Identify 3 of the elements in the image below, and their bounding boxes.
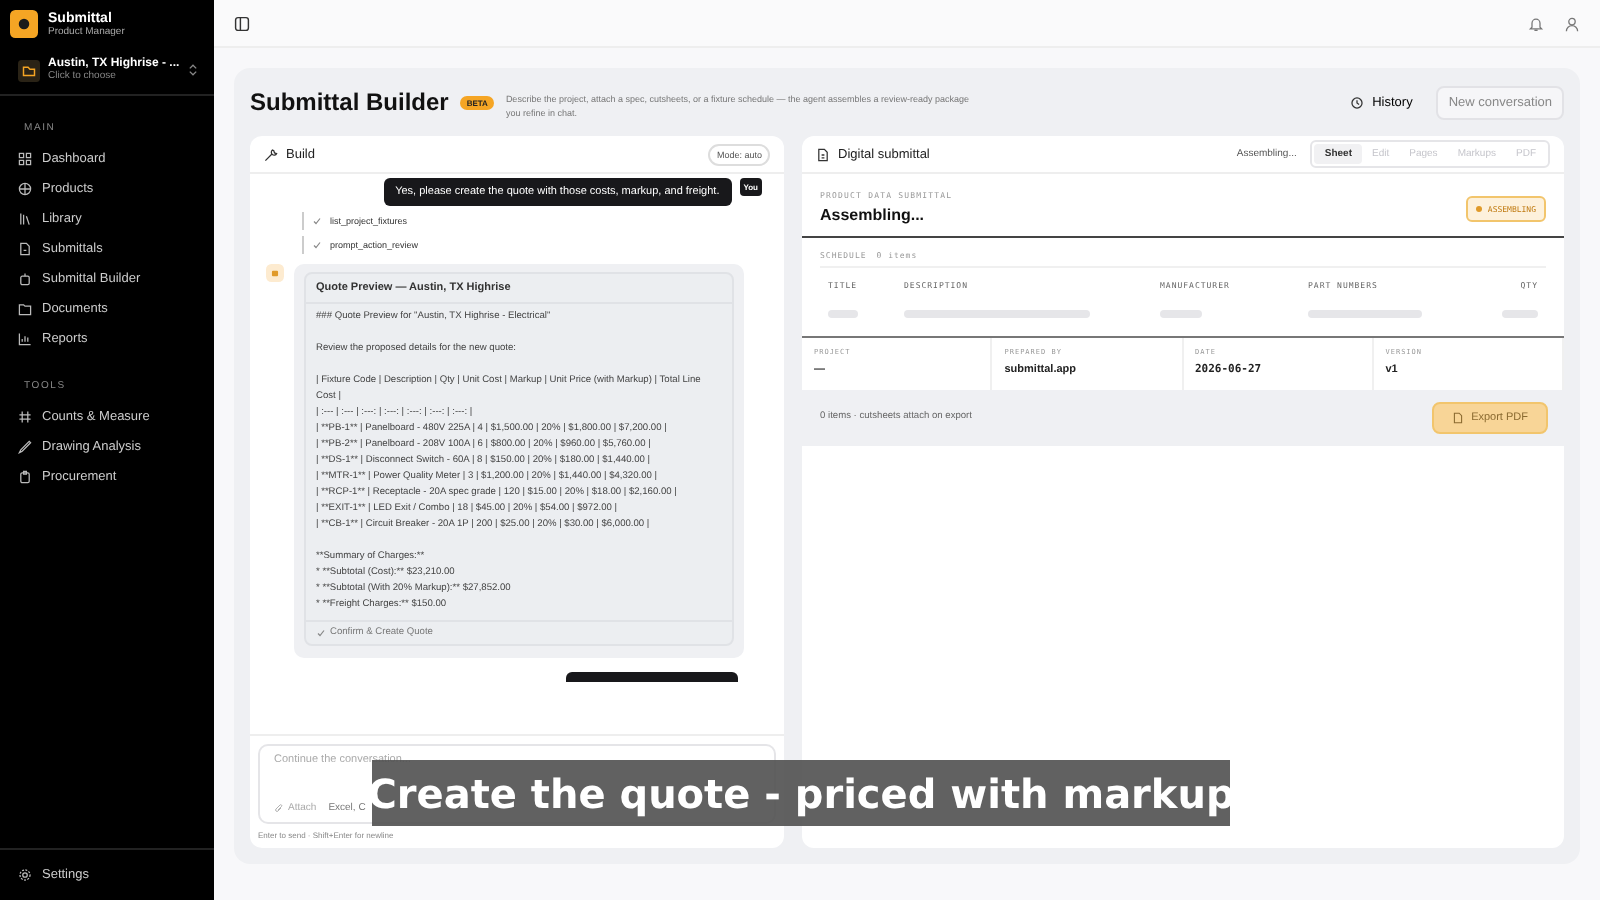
caption-overlay: Create the quote - priced with markup <box>372 760 1230 826</box>
sheet-heading: Assembling... <box>820 206 927 224</box>
page-title: Submittal Builder <box>250 88 449 116</box>
